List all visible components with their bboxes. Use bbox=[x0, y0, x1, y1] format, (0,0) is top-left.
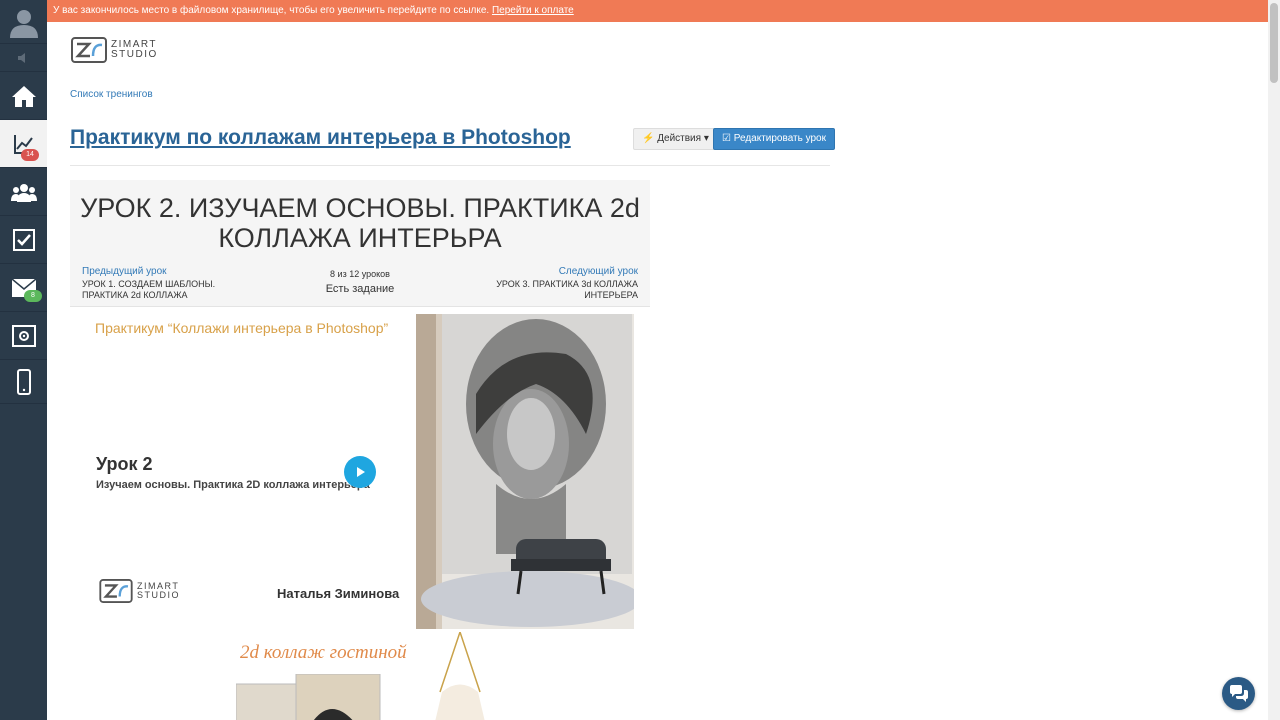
zimart-logo-icon bbox=[99, 579, 133, 603]
banner-payment-link[interactable]: Перейти к оплате bbox=[492, 5, 574, 16]
sidebar-item-mail[interactable]: 8 bbox=[0, 264, 47, 312]
site-logo[interactable]: ZIMART STUDIO bbox=[71, 37, 158, 63]
lesson-video[interactable]: Практикум “Коллажи интерьера в Photoshop… bbox=[70, 314, 650, 720]
actions-dropdown-button[interactable]: ⚡ Действия ▾ bbox=[633, 128, 718, 150]
interior-collage-image bbox=[416, 314, 634, 629]
chat-button[interactable] bbox=[1222, 677, 1255, 710]
mobile-icon bbox=[16, 368, 31, 395]
sidebar-item-safe[interactable] bbox=[0, 312, 47, 360]
page-title[interactable]: Практикум по коллажам интерьера в Photos… bbox=[70, 126, 571, 150]
chat-bubbles-icon bbox=[1229, 684, 1248, 702]
logo-line2: STUDIO bbox=[111, 49, 158, 60]
sidebar-item-sound[interactable] bbox=[0, 44, 47, 72]
video-lesson-number: Урок 2 bbox=[96, 454, 153, 474]
sidebar-item-home[interactable] bbox=[0, 72, 47, 120]
play-icon bbox=[357, 467, 365, 477]
scroll-thumb[interactable] bbox=[1270, 3, 1278, 83]
sidebar-item-profile[interactable] bbox=[0, 0, 47, 44]
home-icon bbox=[11, 85, 36, 107]
storage-warning-banner: У вас закончилось место в файловом храни… bbox=[47, 0, 1268, 22]
video-collage-caption: 2d коллаж гостиной bbox=[240, 642, 407, 663]
video-logo: ZIMART STUDIO bbox=[99, 579, 180, 603]
actions-label: Действия bbox=[657, 133, 702, 144]
user-avatar-icon bbox=[9, 9, 38, 38]
mail-badge: 8 bbox=[24, 290, 42, 302]
lesson-header: УРОК 2. ИЗУЧАЕМ ОСНОВЫ. ПРАКТИКА 2d КОЛЛ… bbox=[70, 180, 650, 307]
breadcrumb-trainings[interactable]: Список тренингов bbox=[70, 89, 153, 100]
page-scrollbar[interactable] bbox=[1268, 0, 1280, 720]
lamp-image bbox=[435, 632, 485, 720]
video-lesson-subtitle: Изучаем основы. Практика 2D коллажа инте… bbox=[96, 479, 370, 491]
sound-icon bbox=[17, 52, 25, 63]
sidebar-item-tasks[interactable] bbox=[0, 216, 47, 264]
caret-down-icon: ▾ bbox=[703, 133, 709, 144]
next-lesson-name: УРОК 3. ПРАКТИКА 3d КОЛЛАЖА ИНТЕРЬЕРА bbox=[496, 279, 638, 300]
video-logo-line2: STUDIO bbox=[137, 590, 181, 600]
sidebar-item-mobile[interactable] bbox=[0, 360, 47, 404]
divider bbox=[70, 165, 830, 166]
edit-icon: ☑ bbox=[722, 133, 731, 144]
video-course-title: Практикум “Коллажи интерьера в Photoshop… bbox=[95, 320, 389, 336]
users-icon bbox=[10, 183, 37, 202]
stats-badge: 14 bbox=[21, 149, 39, 161]
edit-label: Редактировать урок bbox=[733, 133, 826, 144]
safe-icon bbox=[11, 324, 36, 347]
video-play-button[interactable] bbox=[344, 456, 376, 488]
bolt-icon: ⚡ bbox=[642, 133, 655, 144]
edit-lesson-button[interactable]: ☑ Редактировать урок bbox=[713, 128, 835, 150]
next-lesson-link[interactable]: Следующий урок bbox=[559, 266, 638, 277]
collage-thumbnails bbox=[236, 674, 381, 720]
zimart-logo-icon bbox=[71, 37, 107, 63]
sidebar-item-stats[interactable]: 14 bbox=[0, 120, 47, 168]
video-author: Наталья Зиминова bbox=[277, 586, 400, 601]
sidebar: 14 8 bbox=[0, 0, 47, 720]
lesson-title: УРОК 2. ИЗУЧАЕМ ОСНОВЫ. ПРАКТИКА 2d КОЛЛ… bbox=[80, 193, 640, 253]
banner-text: У вас закончилось место в файловом храни… bbox=[53, 5, 490, 16]
checkbox-icon bbox=[12, 228, 35, 251]
sidebar-item-users[interactable] bbox=[0, 168, 47, 216]
